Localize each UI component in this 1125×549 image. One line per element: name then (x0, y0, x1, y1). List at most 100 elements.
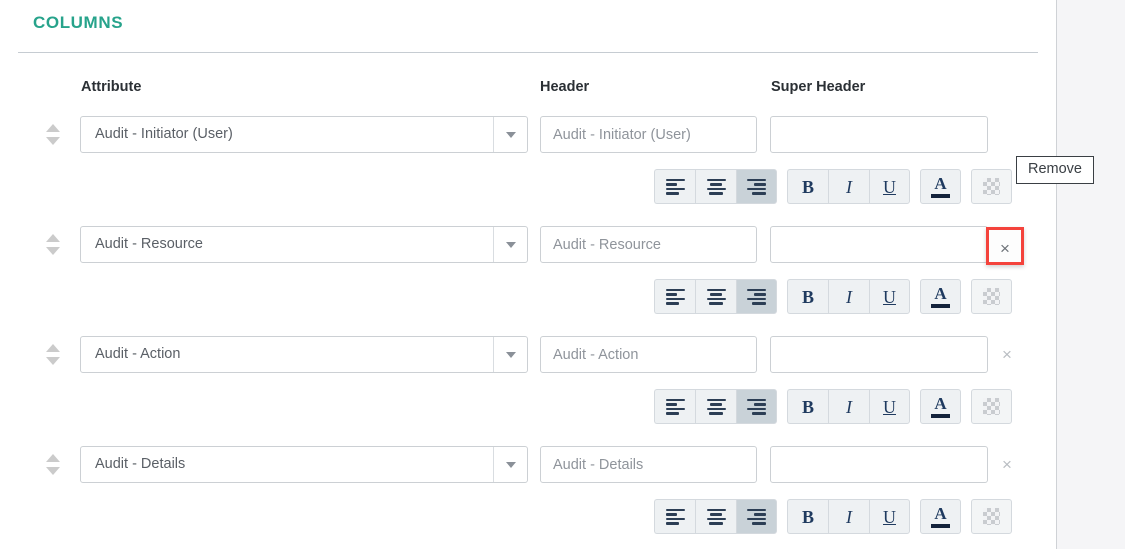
align-left-icon (665, 288, 685, 305)
attribute-select-arrow[interactable] (493, 337, 527, 372)
table-row: Audit - Initiator (User) × B I U A (0, 116, 1056, 265)
header-input[interactable] (540, 446, 757, 483)
background-color-button-group (971, 499, 1012, 534)
background-color-button[interactable] (971, 169, 1012, 204)
right-side-panel (1056, 0, 1125, 549)
align-left-button[interactable] (654, 499, 695, 534)
font-color-button[interactable]: A (920, 169, 961, 204)
text-style-button-group: BIU (787, 169, 910, 204)
alignment-button-group (654, 499, 777, 534)
attribute-select[interactable]: Audit - Details (80, 446, 528, 483)
header-input[interactable] (540, 336, 757, 373)
italic-button[interactable]: I (828, 389, 869, 424)
align-left-button[interactable] (654, 169, 695, 204)
align-left-button[interactable] (654, 279, 695, 314)
align-center-button[interactable] (695, 169, 736, 204)
background-color-button-group (971, 279, 1012, 314)
align-right-icon (747, 508, 766, 525)
align-center-button[interactable] (695, 499, 736, 534)
bold-button[interactable]: B (787, 169, 828, 204)
attribute-select[interactable]: Audit - Initiator (User) (80, 116, 528, 153)
format-toolbar: BIU A (654, 499, 1012, 534)
underline-icon: U (883, 506, 896, 527)
font-color-button[interactable]: A (920, 389, 961, 424)
font-color-button-group: A (920, 279, 961, 314)
sort-down-icon (46, 247, 60, 255)
title-divider (18, 52, 1038, 53)
align-right-button[interactable] (736, 169, 777, 204)
remove-row-button[interactable]: × (988, 336, 1026, 373)
bold-icon: B (801, 176, 814, 197)
transparent-swatch-icon (983, 508, 1000, 525)
background-color-button[interactable] (971, 499, 1012, 534)
alignment-button-group (654, 169, 777, 204)
align-right-button[interactable] (736, 279, 777, 314)
row-drag-handle[interactable] (44, 340, 62, 370)
attribute-select-arrow[interactable] (493, 117, 527, 152)
super-header-input[interactable] (770, 116, 988, 153)
font-color-button-group: A (920, 169, 961, 204)
format-toolbar: BIU A (654, 389, 1012, 424)
chevron-down-icon (506, 462, 516, 468)
italic-icon: I (846, 286, 852, 307)
bold-button[interactable]: B (787, 499, 828, 534)
background-color-button[interactable] (971, 389, 1012, 424)
font-color-button-group: A (920, 389, 961, 424)
bold-button[interactable]: B (787, 279, 828, 314)
align-left-button[interactable] (654, 389, 695, 424)
remove-row-button[interactable]: × (986, 227, 1024, 265)
background-color-button-group (971, 389, 1012, 424)
align-center-icon (706, 508, 726, 525)
bold-icon: B (801, 286, 814, 307)
align-center-icon (706, 288, 726, 305)
format-toolbar: BIUA (654, 279, 1012, 314)
background-color-button[interactable] (971, 279, 1012, 314)
header-input[interactable] (540, 226, 757, 263)
font-color-button-group: A (920, 499, 961, 534)
italic-button[interactable]: I (828, 169, 869, 204)
align-center-button[interactable] (695, 279, 736, 314)
alignment-button-group (654, 279, 777, 314)
bold-button[interactable]: B (787, 389, 828, 424)
underline-icon: U (883, 176, 896, 197)
column-header-super-header: Super Header (771, 79, 866, 95)
alignment-button-group (654, 389, 777, 424)
transparent-swatch-icon (983, 288, 1000, 305)
attribute-select-value: Audit - Initiator (User) (95, 126, 233, 142)
attribute-select[interactable]: Audit - Resource (80, 226, 528, 263)
align-center-button[interactable] (695, 389, 736, 424)
super-header-input[interactable] (770, 226, 988, 263)
remove-row-button[interactable]: × (988, 446, 1026, 483)
row-drag-handle[interactable] (44, 230, 62, 260)
attribute-select-arrow[interactable] (493, 447, 527, 482)
underline-button[interactable]: U (869, 169, 910, 204)
remove-tooltip: Remove (1016, 156, 1094, 184)
italic-button[interactable]: I (828, 279, 869, 314)
sort-up-icon (46, 234, 60, 242)
underline-button[interactable]: U (869, 279, 910, 314)
super-header-input[interactable] (770, 446, 988, 483)
align-right-button[interactable] (736, 499, 777, 534)
row-drag-handle[interactable] (44, 450, 62, 480)
underline-icon: U (883, 396, 896, 417)
align-left-icon (665, 398, 685, 415)
table-row: Audit - Details × B I U A (0, 446, 1056, 549)
align-left-icon (665, 178, 685, 195)
format-toolbar: BIU A (654, 169, 1012, 204)
font-color-button[interactable]: A (920, 279, 961, 314)
align-right-button[interactable] (736, 389, 777, 424)
underline-button[interactable]: U (869, 499, 910, 534)
underline-button[interactable]: U (869, 389, 910, 424)
super-header-input[interactable] (770, 336, 988, 373)
row-drag-handle[interactable] (44, 120, 62, 150)
underline-icon: U (883, 286, 896, 307)
align-center-icon (706, 178, 726, 195)
attribute-select[interactable]: Audit - Action (80, 336, 528, 373)
column-header-header: Header (540, 79, 590, 95)
sort-up-icon (46, 344, 60, 352)
font-color-icon: A (931, 505, 950, 528)
header-input[interactable] (540, 116, 757, 153)
font-color-button[interactable]: A (920, 499, 961, 534)
attribute-select-arrow[interactable] (493, 227, 527, 262)
italic-button[interactable]: I (828, 499, 869, 534)
